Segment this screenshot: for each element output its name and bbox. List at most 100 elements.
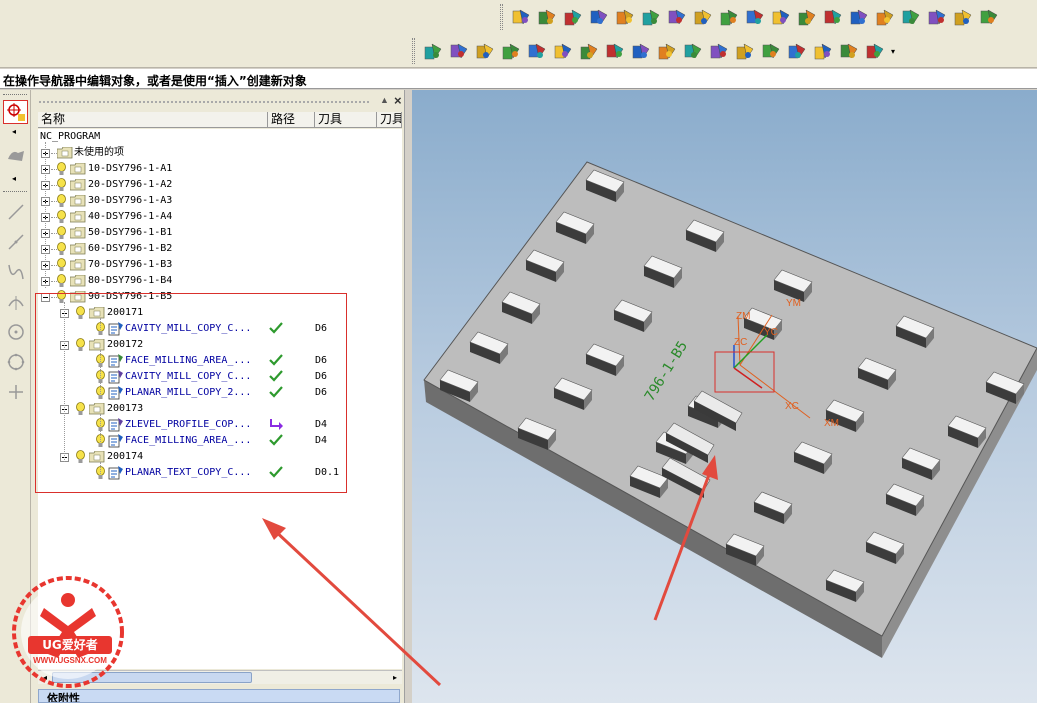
- post-process-icon[interactable]: [743, 4, 767, 30]
- tree-program-40-dsy796-1-a4[interactable]: 40-DSY796-1-A4: [38, 209, 402, 225]
- toolbar-overflow-icon[interactable]: ▾: [891, 47, 895, 56]
- tree-program-60-dsy796-1-b2[interactable]: 60-DSY796-1-B2: [38, 241, 402, 257]
- tree-program-60-dsy796-1-b2-label: 60-DSY796-1-B2: [88, 243, 173, 254]
- display-icon[interactable]: [811, 38, 835, 64]
- tree-program-10-dsy796-1-a1[interactable]: 10-DSY796-1-A1: [38, 161, 402, 177]
- material-icon[interactable]: [577, 38, 601, 64]
- toolbar-area: ▾: [0, 0, 1037, 68]
- axis-label-yc: YC: [764, 327, 778, 338]
- watermark-url: WWW.UGSNX.COM: [33, 656, 107, 665]
- bulb-icon: [57, 242, 66, 256]
- cut-region-icon[interactable]: [759, 38, 783, 64]
- axis-label-zc: ZC: [734, 337, 747, 348]
- settings-icon[interactable]: [863, 38, 887, 64]
- create-geometry-icon[interactable]: [473, 38, 497, 64]
- line-tool-icon[interactable]: [3, 200, 28, 224]
- toolbar-row-2: ▾: [412, 38, 895, 64]
- tree-unused-items[interactable]: 未使用的项: [38, 145, 402, 161]
- program-folder-icon: [69, 194, 86, 207]
- tree-program-20-dsy796-1-a2-label: 20-DSY796-1-A2: [88, 179, 173, 190]
- line-point-icon[interactable]: [3, 230, 28, 254]
- edit-path-icon[interactable]: [561, 4, 585, 30]
- clamp-icon[interactable]: [925, 4, 949, 30]
- tool-path-icon[interactable]: [535, 4, 559, 30]
- replay-path-icon[interactable]: [639, 4, 663, 30]
- calculator-icon[interactable]: [837, 38, 861, 64]
- cue-line: 在操作导航器中编辑对象，或者是使用“插入”创建新对象: [0, 69, 1037, 89]
- generate-path-icon[interactable]: [613, 4, 637, 30]
- column-path[interactable]: 路径: [268, 112, 315, 127]
- simulate-icon[interactable]: [717, 4, 741, 30]
- bulb-icon: [57, 178, 66, 192]
- tree-program-50-dsy796-1-b1[interactable]: 50-DSY796-1-B1: [38, 225, 402, 241]
- axis-label-zm: ZM: [736, 311, 750, 322]
- color-table-icon[interactable]: [551, 38, 575, 64]
- create-method-icon[interactable]: [499, 38, 523, 64]
- tree-program-30-dsy796-1-a3-label: 30-DSY796-1-A3: [88, 195, 173, 206]
- create-program-icon[interactable]: [421, 38, 445, 64]
- plot-icon[interactable]: [951, 4, 975, 30]
- cross-point-icon[interactable]: [3, 380, 28, 404]
- tree-program-80-dsy796-1-b4-label: 80-DSY796-1-B4: [88, 275, 173, 286]
- shop-doc-icon[interactable]: [769, 4, 793, 30]
- circle-center-icon[interactable]: [3, 320, 28, 344]
- close-icon[interactable]: ×: [394, 93, 402, 108]
- program-order-icon[interactable]: [977, 4, 1001, 30]
- column-tool-2[interactable]: 刀具: [377, 112, 402, 127]
- tree-program-20-dsy796-1-a2[interactable]: 20-DSY796-1-A2: [38, 177, 402, 193]
- copy-object-icon[interactable]: [707, 38, 731, 64]
- toolbar-row-1: [500, 4, 1001, 30]
- blank-icon[interactable]: [655, 38, 679, 64]
- tree-program-50-dsy796-1-b1-label: 50-DSY796-1-B1: [88, 227, 173, 238]
- pin-icon[interactable]: ▲: [380, 95, 389, 105]
- bulb-icon: [57, 210, 66, 224]
- tool-library-icon[interactable]: [509, 4, 533, 30]
- bulb-icon: [57, 162, 66, 176]
- layer-icon[interactable]: [733, 38, 757, 64]
- machine-icon[interactable]: [873, 4, 897, 30]
- ug-nx-window: ▾ 在操作导航器中编辑对象，或者是使用“插入”创建新对象 ◂ ◂ ▲ × 名称 …: [0, 0, 1037, 703]
- scroll-right-icon[interactable]: ▸: [389, 672, 401, 683]
- graphics-window[interactable]: 796-1-B5 ZM YM ZC YC XC XM: [412, 90, 1037, 703]
- program-folder-icon: [69, 274, 86, 287]
- circle-icon[interactable]: [3, 350, 28, 374]
- point-icon[interactable]: [3, 290, 28, 314]
- tree-root-nc-program-label: NC_PROGRAM: [40, 131, 101, 142]
- tree-root-nc-program[interactable]: NC_PROGRAM: [38, 129, 402, 145]
- workpiece-icon[interactable]: [629, 38, 653, 64]
- create-tool-icon[interactable]: [447, 38, 471, 64]
- process-icon[interactable]: [681, 38, 705, 64]
- operation-navigator-tab[interactable]: [3, 100, 28, 124]
- spline-icon[interactable]: [3, 260, 28, 284]
- feeds-icon[interactable]: [847, 4, 871, 30]
- tool-wizard-icon[interactable]: [821, 4, 845, 30]
- column-tool[interactable]: 刀具: [315, 112, 377, 127]
- axis-label-ym: YM: [786, 298, 801, 309]
- bulb-icon: [57, 274, 66, 288]
- program-folder-icon: [69, 178, 86, 191]
- tree-program-30-dsy796-1-a3[interactable]: 30-DSY796-1-A3: [38, 193, 402, 209]
- transform-icon[interactable]: [785, 38, 809, 64]
- program-folder-icon: [69, 162, 86, 175]
- program-folder-icon: [56, 146, 73, 159]
- verify-path-icon[interactable]: [691, 4, 715, 30]
- list-path-icon[interactable]: [665, 4, 689, 30]
- output-cls-icon[interactable]: [795, 4, 819, 30]
- paint-icon[interactable]: [603, 38, 627, 64]
- program-folder-icon: [69, 226, 86, 239]
- machine-navigator-tab[interactable]: [3, 145, 28, 169]
- highlight-box: [35, 293, 347, 493]
- bulb-icon: [57, 258, 66, 272]
- tree-unused-items-label: 未使用的项: [74, 147, 124, 158]
- create-operation-icon[interactable]: [525, 38, 549, 64]
- tree-program-70-dsy796-1-b3[interactable]: 70-DSY796-1-B3: [38, 257, 402, 273]
- column-name[interactable]: 名称: [38, 112, 268, 127]
- tree-program-80-dsy796-1-b4[interactable]: 80-DSY796-1-B4: [38, 273, 402, 289]
- watermark-brand: UG爱好者: [28, 636, 112, 654]
- ipw-icon[interactable]: [899, 4, 923, 30]
- move-path-icon[interactable]: [587, 4, 611, 30]
- tree-program-10-dsy796-1-a1-label: 10-DSY796-1-A1: [88, 163, 173, 174]
- tree-program-70-dsy796-1-b3-label: 70-DSY796-1-B3: [88, 259, 173, 270]
- navigator-column-header: 名称 路径 刀具 刀具: [38, 112, 402, 128]
- program-folder-icon: [69, 242, 86, 255]
